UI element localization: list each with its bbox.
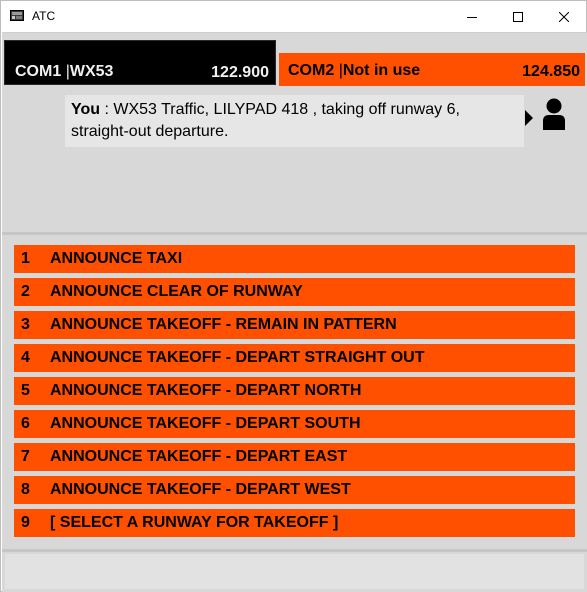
com1-name: COM1 |WX53 bbox=[15, 63, 114, 80]
message-speaker: You bbox=[71, 101, 101, 118]
menu-item-2[interactable]: 2 ANNOUNCE CLEAR OF RUNWAY bbox=[14, 278, 575, 306]
com1-label: COM1 bbox=[15, 63, 62, 80]
window-title: ATC bbox=[32, 9, 56, 23]
play-arrow-icon[interactable] bbox=[524, 110, 534, 126]
menu-item-6[interactable]: 6 ANNOUNCE TAKEOFF - DEPART SOUTH bbox=[14, 410, 575, 438]
minimize-button[interactable] bbox=[449, 1, 495, 32]
com2-label: COM2 bbox=[288, 62, 335, 79]
menu-item-4[interactable]: 4 ANNOUNCE TAKEOFF - DEPART STRAIGHT OUT bbox=[14, 344, 575, 372]
menu-item-9[interactable]: 9 [ SELECT A RUNWAY FOR TAKEOFF ] bbox=[14, 509, 575, 537]
menu-item-label: ANNOUNCE TAKEOFF - DEPART NORTH bbox=[50, 382, 362, 399]
bottom-divider bbox=[2, 549, 587, 552]
bottom-status-bar bbox=[5, 554, 584, 589]
maximize-button[interactable] bbox=[495, 1, 541, 32]
menu-item-label: ANNOUNCE TAKEOFF - DEPART STRAIGHT OUT bbox=[50, 349, 425, 366]
com1-callsign: WX53 bbox=[69, 63, 114, 80]
message-separator: : bbox=[100, 101, 114, 118]
menu-item-number: 1 bbox=[21, 250, 30, 267]
maximize-icon bbox=[513, 11, 523, 22]
atc-window: ATC COM1 |WX53 122.900 COM2 |Not in use … bbox=[0, 0, 587, 592]
menu-item-1[interactable]: 1 ANNOUNCE TAXI bbox=[14, 245, 575, 273]
menu-item-label: ANNOUNCE TAKEOFF - DEPART WEST bbox=[50, 481, 351, 498]
menu-item-label: ANNOUNCE TAKEOFF - DEPART EAST bbox=[50, 448, 348, 465]
minimize-icon bbox=[467, 16, 477, 18]
message-body: WX53 Traffic, LILYPAD 418 , taking off r… bbox=[71, 101, 460, 140]
message-bubble: You : WX53 Traffic, LILYPAD 418 , taking… bbox=[65, 95, 524, 147]
menu-item-label: [ SELECT A RUNWAY FOR TAKEOFF ] bbox=[50, 514, 339, 531]
title-bar[interactable]: ATC bbox=[1, 1, 586, 32]
com2-frequency: 124.850 bbox=[522, 63, 580, 80]
user-avatar-icon bbox=[543, 98, 565, 130]
menu-item-number: 4 bbox=[21, 349, 30, 366]
menu-item-label: ANNOUNCE TAKEOFF - DEPART SOUTH bbox=[50, 415, 361, 432]
menu-item-label: ANNOUNCE TAKEOFF - REMAIN IN PATTERN bbox=[50, 316, 397, 333]
menu-item-number: 5 bbox=[21, 382, 30, 399]
close-button[interactable] bbox=[541, 1, 587, 32]
menu-item-7[interactable]: 7 ANNOUNCE TAKEOFF - DEPART EAST bbox=[14, 443, 575, 471]
menu-item-5[interactable]: 5 ANNOUNCE TAKEOFF - DEPART NORTH bbox=[14, 377, 575, 405]
menu-item-number: 8 bbox=[21, 481, 30, 498]
com2-status: Not in use bbox=[342, 62, 421, 79]
com1-frequency: 122.900 bbox=[211, 64, 269, 81]
close-icon bbox=[559, 11, 569, 22]
message-text: You : WX53 Traffic, LILYPAD 418 , taking… bbox=[71, 99, 517, 143]
com2-radio[interactable]: COM2 |Not in use 124.850 bbox=[279, 53, 585, 86]
menu-item-3[interactable]: 3 ANNOUNCE TAKEOFF - REMAIN IN PATTERN bbox=[14, 311, 575, 339]
menu-item-number: 7 bbox=[21, 448, 30, 465]
menu-item-label: ANNOUNCE CLEAR OF RUNWAY bbox=[50, 283, 303, 300]
atc-menu: 1 ANNOUNCE TAXI 2 ANNOUNCE CLEAR OF RUNW… bbox=[2, 235, 587, 553]
menu-item-label: ANNOUNCE TAXI bbox=[50, 250, 183, 267]
com2-name: COM2 |Not in use bbox=[288, 62, 421, 79]
menu-item-number: 6 bbox=[21, 415, 30, 432]
menu-item-number: 3 bbox=[21, 316, 30, 333]
menu-item-8[interactable]: 8 ANNOUNCE TAKEOFF - DEPART WEST bbox=[14, 476, 575, 504]
com1-radio[interactable]: COM1 |WX53 122.900 bbox=[4, 40, 276, 85]
menu-item-number: 9 bbox=[21, 514, 30, 531]
atc-panel: COM1 |WX53 122.900 COM2 |Not in use 124.… bbox=[2, 32, 587, 592]
app-icon bbox=[10, 10, 24, 21]
menu-item-number: 2 bbox=[21, 283, 30, 300]
